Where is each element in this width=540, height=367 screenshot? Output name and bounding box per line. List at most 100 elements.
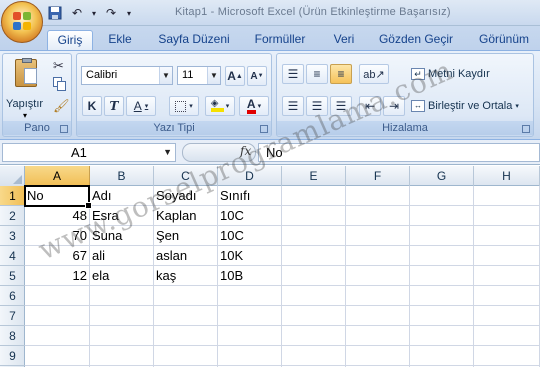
row-header-7[interactable]: 7 [0, 306, 25, 326]
italic-button[interactable]: T [104, 96, 124, 116]
decrease-indent-button[interactable]: ⇤ [359, 96, 381, 116]
tab-veri[interactable]: Veri [323, 30, 365, 50]
paste-label: Yapıştır [6, 98, 44, 110]
align-top-button[interactable]: ☰ [282, 64, 304, 84]
chevron-down-icon: ▼ [159, 67, 172, 84]
row-header-1[interactable]: 1 [0, 186, 25, 206]
align-center-icon: ☰ [311, 99, 323, 113]
wrap-text-button[interactable]: ↵ Metni Kaydır [411, 64, 531, 84]
row-header-2[interactable]: 2 [0, 206, 25, 226]
column-header-g[interactable]: G [410, 166, 474, 186]
chevron-down-icon: ▼ [207, 67, 220, 84]
fill-color-button[interactable]: ◈ ▾ [205, 96, 235, 116]
wrap-text-icon: ↵ [411, 68, 425, 80]
cell-c2[interactable]: Kaplan [154, 206, 217, 226]
tab-gorunum[interactable]: Görünüm [470, 30, 538, 50]
column-header-e[interactable]: E [282, 166, 346, 186]
align-right-button[interactable]: ☰ [330, 96, 352, 116]
row-header-9[interactable]: 9 [0, 346, 25, 366]
tab-gozden-gecir[interactable]: Gözden Geçir [373, 30, 459, 50]
customize-qat-icon[interactable]: ▾ [124, 4, 134, 22]
cell-c1[interactable]: Soyadı [154, 186, 217, 206]
formula-input[interactable]: No [258, 143, 540, 162]
cell-a2[interactable]: 48 [25, 206, 89, 226]
paste-button[interactable]: Yapıştır ▾ [6, 57, 46, 120]
column-header-h[interactable]: H [474, 166, 540, 186]
cell-c4[interactable]: aslan [154, 246, 217, 266]
increase-indent-button[interactable]: ⇥ [383, 96, 405, 116]
row-header-6[interactable]: 6 [0, 286, 25, 306]
align-left-button[interactable]: ☰ [282, 96, 304, 116]
column-header-d[interactable]: D [218, 166, 282, 186]
font-color-button[interactable]: A ▾ [239, 96, 269, 116]
increase-indent-icon: ⇥ [388, 99, 400, 113]
gridline-vertical [409, 186, 410, 367]
cell-d5[interactable]: 10B [218, 266, 281, 286]
column-header-c[interactable]: C [154, 166, 218, 186]
name-box-value: A1 [71, 145, 87, 160]
cell-d1[interactable]: Sınıfı [218, 186, 281, 206]
column-header-f[interactable]: F [346, 166, 410, 186]
chevron-down-icon: ▾ [23, 111, 28, 120]
name-box[interactable]: A1 ▼ [2, 143, 176, 162]
orientation-button[interactable]: ab↗ [359, 64, 389, 84]
row-header-3[interactable]: 3 [0, 226, 25, 246]
cell-b5[interactable]: ela [90, 266, 153, 286]
cell-a4[interactable]: 67 [25, 246, 89, 266]
cell-c5[interactable]: kaş [154, 266, 217, 286]
select-all-button[interactable] [0, 166, 25, 186]
shrink-font-button[interactable]: A ▼ [247, 66, 267, 86]
align-bottom-button[interactable]: ≡ [330, 64, 352, 84]
dialog-launcher-icon[interactable] [522, 125, 530, 133]
insert-function-icon[interactable]: fx [240, 144, 251, 158]
cell-a5[interactable]: 12 [25, 266, 89, 286]
undo-icon[interactable]: ↶ [68, 4, 86, 22]
cell-a3[interactable]: 70 [25, 226, 89, 246]
copy-icon[interactable] [53, 77, 66, 91]
font-size-select[interactable]: 11 ▼ [177, 66, 221, 85]
cell-b2[interactable]: Esra [90, 206, 153, 226]
office-button[interactable] [1, 1, 43, 43]
active-cell-border [24, 185, 92, 209]
align-middle-button[interactable]: ≡ [306, 64, 328, 84]
tab-sayfa-duzeni[interactable]: Sayfa Düzeni [150, 30, 238, 50]
align-center-button[interactable]: ☰ [306, 96, 328, 116]
gridline-vertical [281, 186, 282, 367]
tab-giris[interactable]: Giriş [47, 30, 93, 50]
cell-b4[interactable]: ali [90, 246, 153, 266]
bold-button[interactable]: K [82, 96, 102, 116]
underline-icon: A [133, 99, 142, 113]
chevron-down-icon[interactable]: ▾ [90, 4, 98, 22]
grow-font-button[interactable]: A ▲ [225, 66, 245, 86]
cut-icon[interactable]: ✂ [53, 58, 64, 74]
cell-d3[interactable]: 10C [218, 226, 281, 246]
borders-button[interactable]: ▾ [169, 96, 199, 116]
font-name-select[interactable]: Calibri ▼ [81, 66, 173, 85]
cell-d2[interactable]: 10C [218, 206, 281, 226]
row-header-4[interactable]: 4 [0, 246, 25, 266]
cell-b3[interactable]: Suna [90, 226, 153, 246]
underline-button[interactable]: A ▾ [126, 96, 156, 116]
save-icon[interactable] [46, 4, 64, 22]
merge-center-button[interactable]: ↔ Birleştir ve Ortala ▾ [411, 96, 533, 116]
dialog-launcher-icon[interactable] [260, 125, 268, 133]
font-name-value: Calibri [86, 69, 118, 81]
column-header-a[interactable]: A [25, 166, 90, 186]
row-header-5[interactable]: 5 [0, 266, 25, 286]
format-painter-icon[interactable]: 🖌 [53, 98, 70, 114]
gridline-horizontal [25, 325, 540, 326]
row-header-8[interactable]: 8 [0, 326, 25, 346]
row-headers: 123456789 [0, 186, 25, 367]
cell-d4[interactable]: 10K [218, 246, 281, 266]
cell-c3[interactable]: Şen [154, 226, 217, 246]
dialog-launcher-icon[interactable] [60, 125, 68, 133]
tab-ekle[interactable]: Ekle [98, 30, 142, 50]
column-header-b[interactable]: B [90, 166, 154, 186]
cell-grid[interactable]: No Adı Soyadı Sınıfı 48 Esra Kaplan 10C 70 Suna Şe… [25, 186, 540, 367]
gridline-horizontal [25, 365, 540, 366]
align-right-icon: ☰ [335, 99, 347, 113]
tab-formuller[interactable]: Formüller [246, 30, 314, 50]
quick-access-toolbar: ↶ ▾ ↷ ▾ [46, 3, 134, 23]
redo-icon[interactable]: ↷ [102, 4, 120, 22]
cell-b1[interactable]: Adı [90, 186, 153, 206]
